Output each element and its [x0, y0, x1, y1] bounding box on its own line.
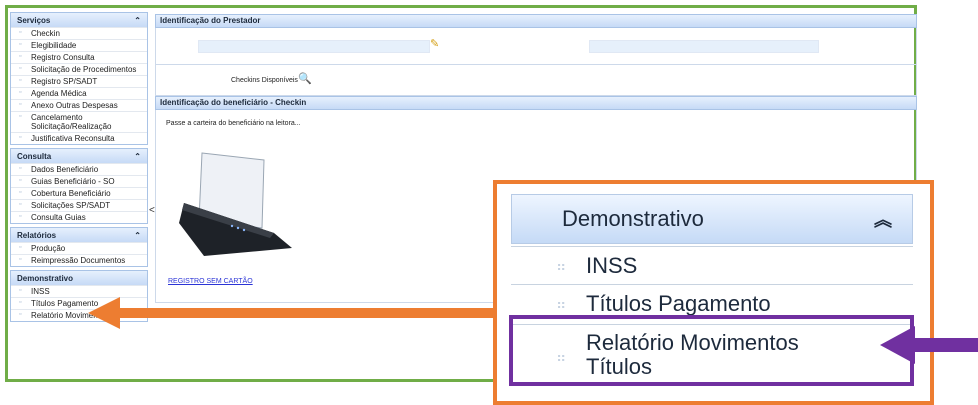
orange-arrow-icon [88, 297, 496, 329]
annotation-arrows [88, 297, 978, 364]
purple-arrow-icon [880, 326, 978, 364]
